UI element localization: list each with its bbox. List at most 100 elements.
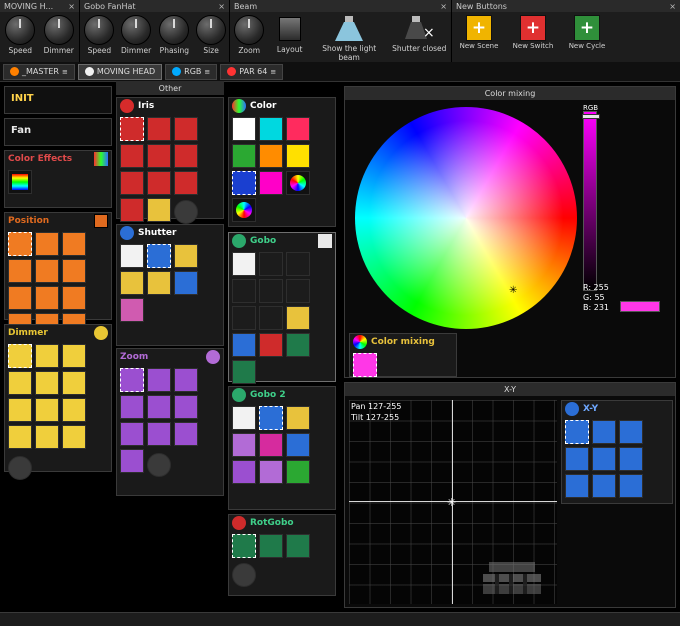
gobo2-cell[interactable] — [286, 433, 310, 457]
position-cell[interactable] — [62, 259, 86, 283]
gobo-cell[interactable] — [259, 333, 283, 357]
dimmer-cell[interactable] — [8, 371, 32, 395]
position-cell[interactable] — [8, 232, 32, 256]
shutter-cell[interactable] — [147, 271, 171, 295]
shutter-cell[interactable] — [120, 244, 144, 268]
color-swatch[interactable] — [286, 144, 310, 168]
xy-cell[interactable] — [619, 447, 643, 471]
iris-cell[interactable] — [147, 117, 171, 141]
gobo2-cell[interactable] — [232, 460, 256, 484]
shutter-cell[interactable] — [174, 271, 198, 295]
dimmer-cell[interactable] — [8, 398, 32, 422]
gobo-cell[interactable] — [232, 252, 256, 276]
iris-cell[interactable] — [147, 171, 171, 195]
position-cell[interactable] — [62, 286, 86, 310]
new-switch-button[interactable]: + New Switch — [508, 14, 558, 50]
zoom-cell[interactable] — [147, 368, 171, 392]
color-swatch[interactable] — [259, 171, 283, 195]
knob-dial-icon[interactable] — [159, 15, 189, 45]
shutter-cell[interactable] — [120, 271, 144, 295]
gobo2-cell[interactable] — [232, 406, 256, 430]
new-cycle-button[interactable]: + New Cycle — [562, 14, 612, 50]
zoom-cell[interactable] — [174, 395, 198, 419]
position-cell[interactable] — [35, 259, 59, 283]
iris-cell[interactable] — [120, 198, 144, 222]
gobo-cell[interactable] — [259, 252, 283, 276]
iris-cell[interactable] — [174, 144, 198, 168]
gobo-cell[interactable] — [232, 279, 256, 303]
dimmer-cell[interactable] — [62, 371, 86, 395]
color-effect-cell[interactable] — [8, 170, 32, 194]
gobo-cell[interactable] — [259, 279, 283, 303]
xy-cell[interactable] — [565, 447, 589, 471]
rotgobo-reset-cell[interactable] — [232, 563, 256, 587]
position-cell[interactable] — [62, 232, 86, 256]
shutter-closed-button[interactable]: × Shutter closed — [390, 14, 449, 53]
gobo2-cell[interactable] — [259, 460, 283, 484]
dimmer-cell[interactable] — [35, 371, 59, 395]
color-swatch[interactable] — [232, 144, 256, 168]
gobo-cell[interactable] — [232, 333, 256, 357]
shutter-cell[interactable] — [147, 244, 171, 268]
show-light-beam-button[interactable]: Show the light beam — [313, 14, 386, 62]
color-wheel-cell[interactable] — [286, 171, 310, 195]
zoom-cell[interactable] — [147, 422, 171, 446]
tab-par64[interactable]: PAR 64 ≡ — [220, 64, 283, 80]
beam-layout-button[interactable]: Layout — [270, 14, 308, 54]
zoom-cell[interactable] — [120, 422, 144, 446]
dimmer-blackout-cell[interactable] — [8, 456, 32, 480]
iris-reset-cell[interactable] — [174, 200, 198, 224]
zoom-cell[interactable] — [120, 449, 144, 473]
zoom-cell[interactable] — [174, 368, 198, 392]
gobo2-cell[interactable] — [259, 433, 283, 457]
position-cell[interactable] — [8, 286, 32, 310]
gobo2-cell[interactable] — [232, 433, 256, 457]
gobo-cell[interactable] — [259, 306, 283, 330]
group-init[interactable]: INIT — [4, 86, 112, 114]
xy-cell[interactable] — [592, 474, 616, 498]
knob-dial-icon[interactable] — [5, 15, 35, 45]
new-scene-button[interactable]: + New Scene — [454, 14, 504, 50]
color-swatch[interactable] — [259, 144, 283, 168]
color-swatch[interactable] — [259, 117, 283, 141]
close-icon[interactable]: × — [218, 2, 225, 11]
rotgobo-cell[interactable] — [286, 534, 310, 558]
zoom-cell[interactable] — [147, 395, 171, 419]
tab-master[interactable]: _MASTER ≡ — [3, 64, 75, 80]
position-cell[interactable] — [35, 232, 59, 256]
xy-cell[interactable] — [619, 474, 643, 498]
group-fan[interactable]: Fan — [4, 118, 112, 146]
zoom-cell[interactable] — [120, 395, 144, 419]
rotgobo-cell[interactable] — [232, 534, 256, 558]
iris-cell[interactable] — [174, 171, 198, 195]
gobo2-cell[interactable] — [259, 406, 283, 430]
xy-cell[interactable] — [592, 420, 616, 444]
position-cell[interactable] — [8, 259, 32, 283]
dimmer-cell[interactable] — [35, 398, 59, 422]
gobo-cell[interactable] — [232, 360, 256, 384]
tab-menu-icon[interactable]: ≡ — [204, 68, 210, 76]
iris-cell[interactable] — [147, 198, 171, 222]
xy-cell[interactable] — [592, 447, 616, 471]
tab-moving-head[interactable]: MOVING HEAD — [78, 64, 162, 80]
knob-dial-icon[interactable] — [44, 15, 74, 45]
dimmer-cell[interactable] — [62, 425, 86, 449]
iris-cell[interactable] — [120, 171, 144, 195]
knob-dimmer[interactable]: Dimmer — [41, 14, 78, 55]
iris-cell[interactable] — [147, 144, 171, 168]
xy-grid[interactable]: ✳ Pan 127-255 Tilt 127-255 — [349, 400, 557, 604]
dimmer-cell[interactable] — [35, 344, 59, 368]
knob-dial-icon[interactable] — [196, 15, 226, 45]
knob-speed[interactable]: Speed — [2, 14, 39, 55]
zoom-cell[interactable] — [174, 422, 198, 446]
close-icon[interactable]: × — [440, 2, 447, 11]
zoom-reset-cell[interactable] — [147, 453, 171, 477]
knob-dial-icon[interactable] — [84, 15, 114, 45]
xy-cell[interactable] — [565, 474, 589, 498]
color-swatch[interactable] — [286, 117, 310, 141]
tab-rgb[interactable]: RGB ≡ — [165, 64, 217, 80]
xy-cursor[interactable]: ✳ — [447, 496, 456, 509]
knob-dial-icon[interactable] — [234, 15, 264, 45]
iris-cell[interactable] — [120, 117, 144, 141]
gobo-cell[interactable] — [286, 306, 310, 330]
